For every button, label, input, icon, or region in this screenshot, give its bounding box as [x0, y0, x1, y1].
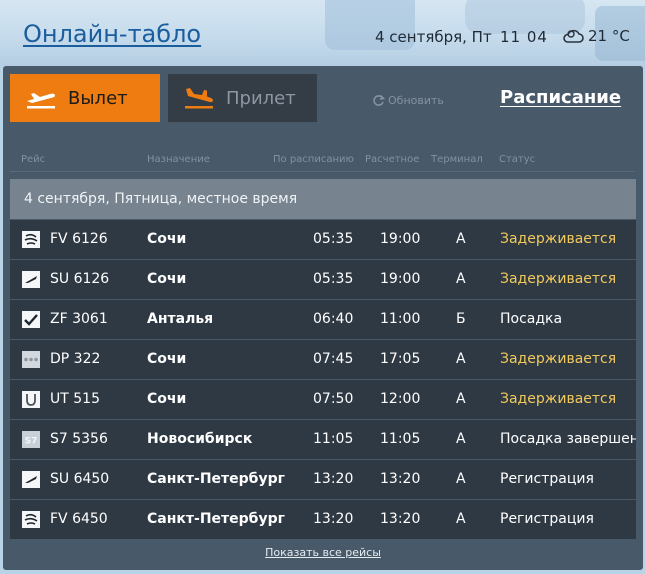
current-time: 11 04 — [500, 28, 548, 46]
flight-number: DP 322 — [50, 351, 101, 367]
flight-number: FV 6126 — [50, 231, 108, 247]
destination: Санкт-Петербург — [147, 471, 285, 487]
flight-row[interactable]: FV 6126 Сочи 05:35 19:00 A Задерживается — [10, 220, 636, 260]
flight-row[interactable]: FV 6450 Санкт-Петербург 13:20 13:20 A Ре… — [10, 500, 636, 540]
status-badge: Посадка — [500, 311, 563, 327]
refresh-label: Обновить — [388, 94, 444, 107]
scheduled-time: 11:05 — [313, 431, 354, 447]
terminal: A — [456, 511, 466, 527]
tab-departure[interactable]: Вылет — [10, 74, 160, 122]
flight-board: Вылет Прилет Обновить Расписание Рейс На… — [3, 66, 643, 570]
status-badge: Регистрация — [500, 471, 594, 487]
weather: 21 °C — [562, 27, 630, 45]
terminal: A — [456, 391, 466, 407]
airline-logo-icon — [22, 351, 40, 368]
current-date: 4 сентября, Пт — [375, 28, 492, 46]
page-title-link[interactable]: Онлайн-табло — [23, 20, 201, 48]
terminal: Б — [456, 311, 466, 327]
airline-logo-icon — [22, 271, 40, 288]
schedule-link[interactable]: Расписание — [500, 87, 621, 108]
flight-number: S7 5356 — [50, 431, 108, 447]
estimated-time: 17:05 — [380, 351, 421, 367]
svg-text:S7: S7 — [25, 437, 38, 447]
refresh-button[interactable]: Обновить — [372, 94, 444, 107]
destination: Сочи — [147, 391, 187, 407]
airline-logo-icon — [22, 231, 40, 248]
plane-landing-icon — [181, 84, 217, 112]
terminal: A — [456, 271, 466, 287]
estimated-time: 19:00 — [380, 271, 421, 287]
flight-number: SU 6450 — [50, 471, 110, 487]
destination: Сочи — [147, 271, 187, 287]
scheduled-time: 13:20 — [313, 511, 354, 527]
temperature: 21 °C — [588, 27, 630, 45]
estimated-time: 19:00 — [380, 231, 421, 247]
scheduled-time: 13:20 — [313, 471, 354, 487]
destination: Сочи — [147, 351, 187, 367]
tab-arrival[interactable]: Прилет — [168, 74, 317, 122]
flight-list: FV 6126 Сочи 05:35 19:00 A Задерживается… — [10, 220, 636, 540]
show-all-flights-link[interactable]: Показать все рейсы — [265, 546, 381, 559]
estimated-time: 11:00 — [380, 311, 421, 327]
status-badge: Задерживается — [500, 391, 617, 407]
status-badge: Регистрация — [500, 511, 594, 527]
column-header-status: Статус — [499, 154, 536, 165]
flight-row[interactable]: ZF 3061 Анталья 06:40 11:00 Б Посадка — [10, 300, 636, 340]
column-header-estimated: Расчетное — [365, 154, 420, 165]
flight-number: SU 6126 — [50, 271, 110, 287]
show-all-flights: Показать все рейсы — [3, 546, 643, 559]
airline-logo-icon — [22, 511, 40, 528]
status-badge: Посадка завершена — [500, 431, 636, 447]
flight-row[interactable]: SU 6126 Сочи 05:35 19:00 A Задерживается — [10, 260, 636, 300]
flight-row[interactable]: UT 515 Сочи 07:50 12:00 A Задерживается — [10, 380, 636, 420]
status-badge: Задерживается — [500, 271, 617, 287]
terminal: A — [456, 351, 466, 367]
scheduled-time: 07:50 — [313, 391, 354, 407]
terminal: A — [456, 231, 466, 247]
status-badge: Задерживается — [500, 351, 617, 367]
airline-logo-icon — [22, 471, 40, 488]
flight-row[interactable]: S7 S7 5356 Новосибирск 11:05 11:05 A Пос… — [10, 420, 636, 460]
refresh-icon — [373, 94, 385, 106]
scheduled-time: 07:45 — [313, 351, 354, 367]
column-header-destination: Назначение — [147, 154, 210, 165]
scheduled-time: 05:35 — [313, 271, 354, 287]
tab-arrival-label: Прилет — [226, 87, 296, 109]
estimated-time: 13:20 — [380, 471, 421, 487]
column-header-terminal: Терминал — [431, 154, 483, 165]
flight-number: ZF 3061 — [50, 311, 108, 327]
date-group-header: 4 сентября, Пятница, местное время — [10, 179, 636, 219]
scheduled-time: 05:35 — [313, 231, 354, 247]
estimated-time: 11:05 — [380, 431, 421, 447]
estimated-time: 12:00 — [380, 391, 421, 407]
column-header-flight: Рейс — [21, 154, 46, 165]
airline-logo-icon — [22, 311, 40, 328]
destination: Анталья — [147, 311, 214, 327]
airline-logo-icon — [22, 391, 40, 408]
terminal: A — [456, 431, 466, 447]
cloud-icon — [563, 29, 584, 43]
destination: Новосибирск — [147, 431, 253, 447]
status-badge: Задерживается — [500, 231, 617, 247]
column-header-scheduled: По расписанию — [273, 154, 354, 165]
plane-takeoff-icon — [23, 84, 59, 112]
header: Онлайн-табло 4 сентября, Пт 11 04 21 °C — [0, 0, 645, 68]
flight-row[interactable]: DP 322 Сочи 07:45 17:05 A Задерживается — [10, 340, 636, 380]
flight-row[interactable]: SU 6450 Санкт-Петербург 13:20 13:20 A Ре… — [10, 460, 636, 500]
scheduled-time: 06:40 — [313, 311, 354, 327]
destination: Сочи — [147, 231, 187, 247]
flight-number: UT 515 — [50, 391, 100, 407]
tab-departure-label: Вылет — [68, 87, 128, 109]
flight-number: FV 6450 — [50, 511, 108, 527]
airline-logo-icon: S7 — [22, 431, 40, 448]
destination: Санкт-Петербург — [147, 511, 285, 527]
divider — [10, 171, 635, 172]
terminal: A — [456, 471, 466, 487]
estimated-time: 13:20 — [380, 511, 421, 527]
